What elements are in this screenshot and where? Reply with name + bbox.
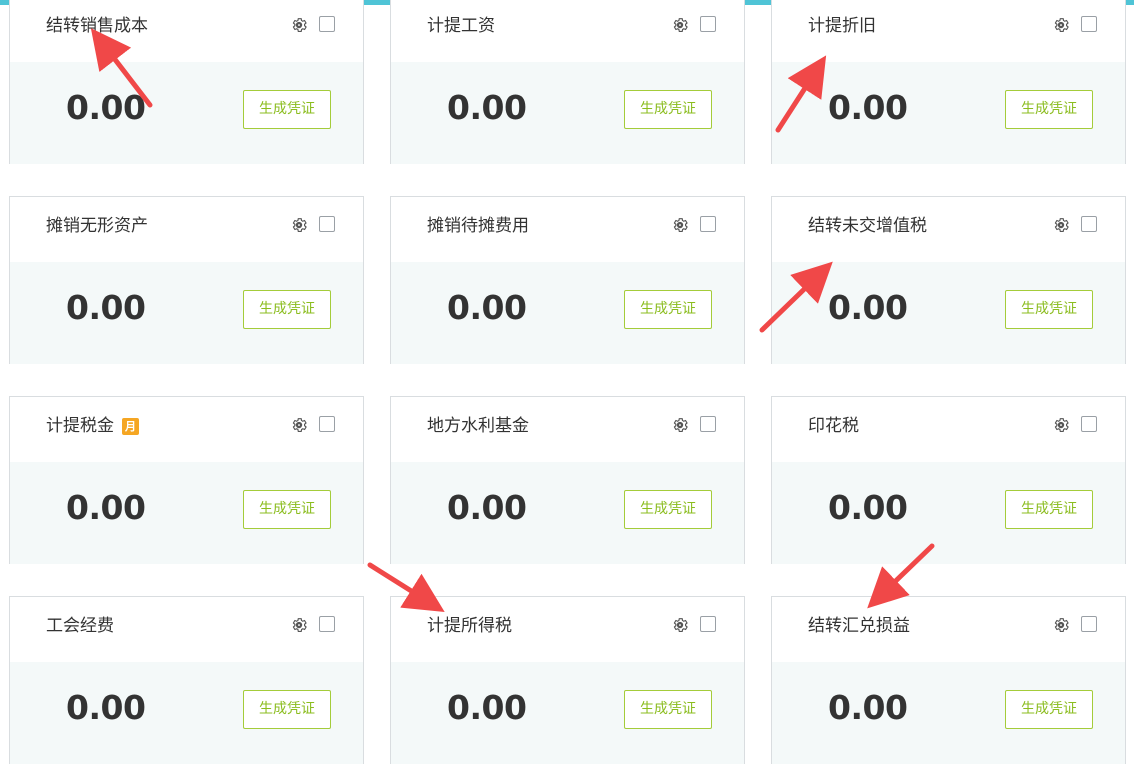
- card-header: 计提工资: [391, 0, 744, 62]
- gear-icon[interactable]: [290, 616, 308, 634]
- card-header: 摊销无形资产: [10, 197, 363, 262]
- select-checkbox[interactable]: [700, 616, 716, 632]
- generate-voucher-button[interactable]: 生成凭证: [1005, 290, 1093, 329]
- amount-value: 0.00: [447, 688, 527, 727]
- generate-voucher-button[interactable]: 生成凭证: [1005, 90, 1093, 129]
- amount-value: 0.00: [447, 488, 527, 527]
- gear-icon[interactable]: [1052, 216, 1070, 234]
- month-badge: 月: [122, 418, 139, 435]
- select-checkbox[interactable]: [319, 16, 335, 32]
- select-checkbox[interactable]: [700, 16, 716, 32]
- card-depreciation: 计提折旧 0.00 生成凭证: [771, 0, 1126, 164]
- card-exchange-gain-loss: 结转汇兑损益 0.00 生成凭证: [771, 596, 1126, 764]
- generate-voucher-button[interactable]: 生成凭证: [1005, 690, 1093, 729]
- generate-voucher-button[interactable]: 生成凭证: [624, 490, 712, 529]
- gear-icon[interactable]: [671, 416, 689, 434]
- card-body: 0.00 生成凭证: [772, 262, 1125, 364]
- generate-voucher-button[interactable]: 生成凭证: [624, 690, 712, 729]
- select-checkbox[interactable]: [1081, 416, 1097, 432]
- card-title: 结转汇兑损益: [808, 616, 910, 636]
- gear-icon[interactable]: [671, 616, 689, 634]
- select-checkbox[interactable]: [700, 216, 716, 232]
- card-stamp-tax: 印花税 0.00 生成凭证: [771, 396, 1126, 564]
- generate-voucher-button[interactable]: 生成凭证: [243, 690, 331, 729]
- amount-value: 0.00: [66, 288, 146, 327]
- card-accrue-salary: 计提工资 0.00 生成凭证: [390, 0, 745, 164]
- card-header: 结转汇兑损益: [772, 597, 1125, 662]
- card-header: 结转销售成本: [10, 0, 363, 62]
- card-title: 地方水利基金: [427, 416, 529, 436]
- card-body: 0.00 生成凭证: [10, 662, 363, 764]
- select-checkbox[interactable]: [319, 616, 335, 632]
- card-cost-transfer: 结转销售成本 0.00 生成凭证: [9, 0, 364, 164]
- gear-icon[interactable]: [290, 16, 308, 34]
- card-amortize-prepaid: 摊销待摊费用 0.00 生成凭证: [390, 196, 745, 364]
- card-header: 摊销待摊费用: [391, 197, 744, 262]
- generate-voucher-button[interactable]: 生成凭证: [624, 290, 712, 329]
- gear-icon[interactable]: [671, 216, 689, 234]
- card-title: 工会经费: [46, 616, 114, 636]
- card-header: 计提折旧: [772, 0, 1125, 62]
- select-checkbox[interactable]: [1081, 16, 1097, 32]
- card-title: 计提所得税: [427, 616, 512, 636]
- amount-value: 0.00: [66, 488, 146, 527]
- card-body: 0.00 生成凭证: [391, 62, 744, 164]
- gear-icon[interactable]: [290, 416, 308, 434]
- card-body: 0.00 生成凭证: [10, 462, 363, 564]
- amount-value: 0.00: [828, 88, 908, 127]
- amount-value: 0.00: [66, 88, 146, 127]
- gear-icon[interactable]: [1052, 16, 1070, 34]
- card-body: 0.00 生成凭证: [391, 662, 744, 764]
- generate-voucher-button[interactable]: 生成凭证: [243, 490, 331, 529]
- card-header: 结转未交增值税: [772, 197, 1125, 262]
- amount-value: 0.00: [828, 688, 908, 727]
- card-title: 印花税: [808, 416, 859, 436]
- card-income-tax: 计提所得税 0.00 生成凭证: [390, 596, 745, 764]
- amount-value: 0.00: [828, 488, 908, 527]
- select-checkbox[interactable]: [1081, 216, 1097, 232]
- generate-voucher-button[interactable]: 生成凭证: [624, 90, 712, 129]
- gear-icon[interactable]: [1052, 616, 1070, 634]
- gear-icon[interactable]: [671, 16, 689, 34]
- generate-voucher-button[interactable]: 生成凭证: [1005, 490, 1093, 529]
- amount-value: 0.00: [66, 688, 146, 727]
- card-title: 计提工资: [427, 16, 495, 36]
- amount-value: 0.00: [447, 88, 527, 127]
- gear-icon[interactable]: [1052, 416, 1070, 434]
- card-title: 摊销待摊费用: [427, 216, 529, 236]
- card-title: 结转未交增值税: [808, 216, 927, 236]
- card-body: 0.00 生成凭证: [391, 262, 744, 364]
- card-header: 工会经费: [10, 597, 363, 662]
- generate-voucher-button[interactable]: 生成凭证: [243, 90, 331, 129]
- select-checkbox[interactable]: [319, 216, 335, 232]
- card-body: 0.00 生成凭证: [391, 462, 744, 564]
- card-water-fund: 地方水利基金 0.00 生成凭证: [390, 396, 745, 564]
- card-header: 计提税金月: [10, 397, 363, 462]
- card-amortize-intangibles: 摊销无形资产 0.00 生成凭证: [9, 196, 364, 364]
- select-checkbox[interactable]: [700, 416, 716, 432]
- card-title: 计提税金月: [46, 414, 139, 438]
- card-body: 0.00 生成凭证: [772, 662, 1125, 764]
- card-header: 地方水利基金: [391, 397, 744, 462]
- select-checkbox[interactable]: [319, 416, 335, 432]
- card-title: 结转销售成本: [46, 16, 148, 36]
- gear-icon[interactable]: [290, 216, 308, 234]
- generate-voucher-button[interactable]: 生成凭证: [243, 290, 331, 329]
- amount-value: 0.00: [828, 288, 908, 327]
- card-union-fees: 工会经费 0.00 生成凭证: [9, 596, 364, 764]
- card-body: 0.00 生成凭证: [10, 262, 363, 364]
- card-title-text: 计提税金: [46, 416, 114, 436]
- voucher-card-grid: 结转销售成本 0.00 生成凭证 计提工资 0.00 生成凭证 计提折旧 0.0…: [9, 0, 1134, 771]
- select-checkbox[interactable]: [1081, 616, 1097, 632]
- card-header: 印花税: [772, 397, 1125, 462]
- card-unpaid-vat: 结转未交增值税 0.00 生成凭证: [771, 196, 1126, 364]
- card-body: 0.00 生成凭证: [772, 62, 1125, 164]
- card-body: 0.00 生成凭证: [10, 62, 363, 164]
- amount-value: 0.00: [447, 288, 527, 327]
- card-accrue-taxes: 计提税金月 0.00 生成凭证: [9, 396, 364, 564]
- card-title: 摊销无形资产: [46, 216, 148, 236]
- card-body: 0.00 生成凭证: [772, 462, 1125, 564]
- card-title: 计提折旧: [808, 16, 876, 36]
- card-header: 计提所得税: [391, 597, 744, 662]
